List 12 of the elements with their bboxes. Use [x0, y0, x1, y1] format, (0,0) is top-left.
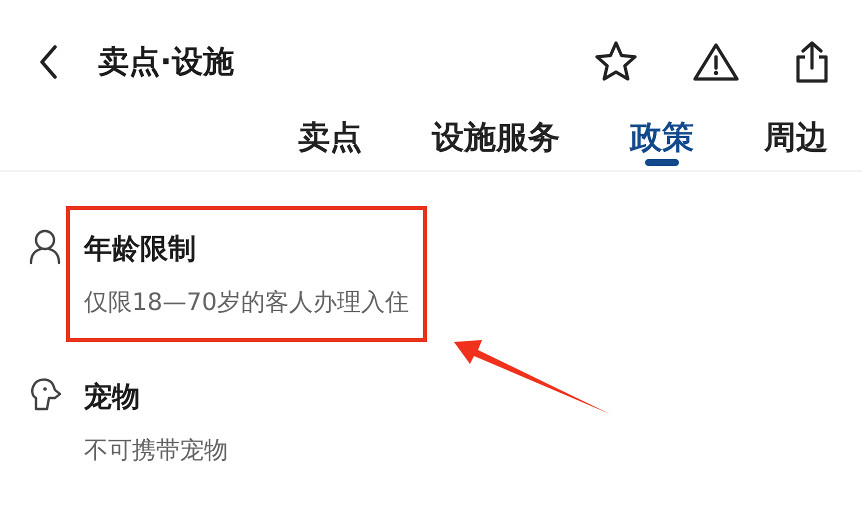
tab[interactable]: 政策: [630, 112, 694, 162]
policy-description: 仅限18—70岁的客人办理入住: [84, 287, 410, 318]
policy-description: 不可携带宠物: [84, 435, 228, 466]
tab-indicator: [645, 159, 679, 166]
tab[interactable]: 卖点: [298, 112, 362, 162]
policy-title: 年龄限制: [84, 231, 197, 267]
page-title: 卖点·设施: [98, 42, 234, 82]
policy-title: 宠物: [84, 379, 141, 415]
tab[interactable]: 周边: [764, 112, 828, 162]
warning-icon[interactable]: [692, 41, 740, 83]
tab[interactable]: 设施服务: [432, 112, 560, 162]
back-icon[interactable]: [38, 44, 58, 80]
